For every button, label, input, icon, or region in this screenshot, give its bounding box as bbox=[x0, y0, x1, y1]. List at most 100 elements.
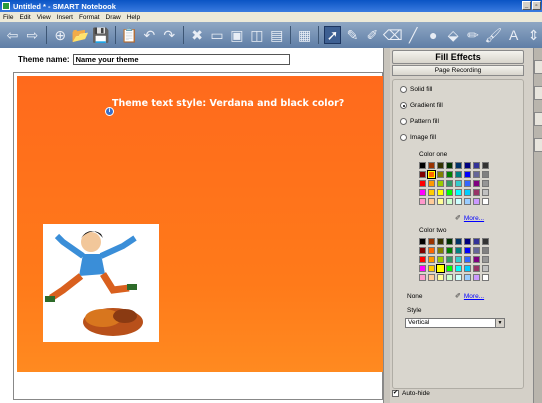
color-one-swatch[interactable] bbox=[482, 162, 489, 169]
chevron-down-icon[interactable]: ▼ bbox=[495, 319, 504, 327]
color-two-swatch[interactable] bbox=[464, 265, 471, 272]
shapes-icon[interactable]: ● bbox=[425, 26, 442, 44]
color-two-swatch[interactable] bbox=[473, 238, 480, 245]
gallery-tab[interactable] bbox=[534, 86, 542, 100]
pattern-fill-radio[interactable] bbox=[400, 118, 407, 125]
color-two-more-link[interactable]: More... bbox=[464, 293, 484, 300]
auto-hide-checkbox[interactable]: ✔ bbox=[392, 390, 399, 397]
display-icon[interactable]: ▣ bbox=[228, 26, 245, 44]
color-one-swatch[interactable] bbox=[428, 162, 435, 169]
solid-fill-radio[interactable] bbox=[400, 86, 407, 93]
color-one-swatch[interactable] bbox=[428, 198, 435, 205]
color-two-swatch[interactable] bbox=[455, 265, 462, 272]
color-two-swatch[interactable] bbox=[473, 256, 480, 263]
color-one-swatch[interactable] bbox=[464, 198, 471, 205]
theme-canvas[interactable]: i Theme text style: Verdana and black co… bbox=[17, 76, 383, 372]
color-two-swatch[interactable] bbox=[446, 247, 453, 254]
menu-file[interactable]: File bbox=[3, 14, 13, 21]
color-two-swatch[interactable] bbox=[455, 247, 462, 254]
color-two-swatch[interactable] bbox=[473, 274, 480, 281]
menu-insert[interactable]: Insert bbox=[57, 14, 73, 21]
color-one-swatch[interactable] bbox=[464, 171, 471, 178]
eyedropper-icon[interactable]: ✐ bbox=[455, 292, 461, 300]
color-one-swatch[interactable] bbox=[437, 180, 444, 187]
color-one-swatch[interactable] bbox=[419, 198, 426, 205]
color-one-swatch[interactable] bbox=[473, 198, 480, 205]
color-one-swatch[interactable] bbox=[482, 198, 489, 205]
color-one-swatch[interactable] bbox=[473, 180, 480, 187]
eraser-icon[interactable]: ⌫ bbox=[383, 26, 403, 44]
color-two-swatch[interactable] bbox=[419, 265, 426, 272]
color-two-swatch[interactable] bbox=[428, 256, 435, 263]
paste-icon[interactable]: 📋 bbox=[120, 26, 137, 44]
color-two-swatch[interactable] bbox=[482, 256, 489, 263]
pen-icon[interactable]: ✎ bbox=[344, 26, 361, 44]
capture-icon[interactable]: ◫ bbox=[248, 26, 265, 44]
save-icon[interactable]: 💾 bbox=[92, 26, 109, 44]
color-two-swatch[interactable] bbox=[482, 274, 489, 281]
color-two-swatch[interactable] bbox=[446, 265, 453, 272]
page-recording-tab[interactable]: Page Recording bbox=[392, 65, 524, 76]
color-two-swatch[interactable] bbox=[428, 247, 435, 254]
screen-shade-icon[interactable]: ▭ bbox=[209, 26, 226, 44]
menu-edit[interactable]: Edit bbox=[19, 14, 30, 21]
style-select[interactable]: Vertical ▼ bbox=[405, 318, 505, 328]
color-two-swatch[interactable] bbox=[446, 256, 453, 263]
color-two-swatch[interactable] bbox=[437, 247, 444, 254]
color-two-swatch[interactable] bbox=[455, 274, 462, 281]
color-one-swatch[interactable] bbox=[428, 180, 435, 187]
color-one-swatch[interactable] bbox=[455, 171, 462, 178]
gradient-fill-option[interactable]: Gradient fill bbox=[400, 102, 443, 109]
color-two-swatch[interactable] bbox=[473, 247, 480, 254]
color-two-swatch[interactable] bbox=[436, 264, 445, 273]
forward-arrow-icon[interactable]: ⇨ bbox=[24, 26, 41, 44]
color-two-swatch[interactable] bbox=[455, 238, 462, 245]
color-one-swatch[interactable] bbox=[464, 162, 471, 169]
color-two-swatch[interactable] bbox=[455, 256, 462, 263]
color-two-swatch[interactable] bbox=[437, 256, 444, 263]
undo-icon[interactable]: ↶ bbox=[141, 26, 158, 44]
panel-resize-handle[interactable] bbox=[384, 48, 390, 403]
color-two-swatch[interactable] bbox=[464, 274, 471, 281]
color-one-swatch[interactable] bbox=[446, 198, 453, 205]
creative-pen-icon[interactable]: ✐ bbox=[364, 26, 381, 44]
color-two-swatch[interactable] bbox=[428, 274, 435, 281]
color-two-swatch[interactable] bbox=[428, 265, 435, 272]
color-one-swatch[interactable] bbox=[446, 162, 453, 169]
color-two-swatch[interactable] bbox=[446, 274, 453, 281]
color-one-swatch[interactable] bbox=[482, 189, 489, 196]
color-one-swatch[interactable] bbox=[446, 171, 453, 178]
minimize-button[interactable]: _ bbox=[522, 1, 531, 10]
add-page-icon[interactable]: ⊕ bbox=[52, 26, 69, 44]
delete-icon[interactable]: ✖ bbox=[189, 26, 206, 44]
solid-fill-option[interactable]: Solid fill bbox=[400, 86, 432, 93]
jumping-boy-clipart[interactable] bbox=[43, 224, 159, 342]
color-one-swatch[interactable] bbox=[419, 180, 426, 187]
color-two-swatch[interactable] bbox=[428, 238, 435, 245]
color-one-swatch[interactable] bbox=[482, 171, 489, 178]
image-fill-radio[interactable] bbox=[400, 134, 407, 141]
color-two-swatch[interactable] bbox=[464, 247, 471, 254]
color-one-swatch[interactable] bbox=[464, 180, 471, 187]
theme-text-style[interactable]: Theme text style: Verdana and black colo… bbox=[112, 98, 344, 109]
color-two-swatch[interactable] bbox=[419, 256, 426, 263]
color-one-swatch[interactable] bbox=[455, 162, 462, 169]
table-icon[interactable]: ▦ bbox=[296, 26, 313, 44]
eyedropper-icon[interactable]: ✐ bbox=[455, 214, 461, 222]
menu-help[interactable]: Help bbox=[127, 14, 140, 21]
color-two-swatch[interactable] bbox=[419, 247, 426, 254]
color-two-swatch[interactable] bbox=[482, 265, 489, 272]
menu-view[interactable]: View bbox=[37, 14, 51, 21]
color-two-swatch[interactable] bbox=[437, 238, 444, 245]
color-one-swatch[interactable] bbox=[437, 171, 444, 178]
color-one-swatch[interactable] bbox=[473, 189, 480, 196]
color-two-swatch[interactable] bbox=[419, 274, 426, 281]
none-label[interactable]: None bbox=[407, 293, 423, 300]
color-one-swatch[interactable] bbox=[419, 171, 426, 178]
page-sorter-tab[interactable] bbox=[534, 60, 542, 74]
color-two-swatch[interactable] bbox=[419, 238, 426, 245]
color-one-swatch[interactable] bbox=[446, 180, 453, 187]
menu-draw[interactable]: Draw bbox=[106, 14, 121, 21]
open-folder-icon[interactable]: 📂 bbox=[72, 26, 89, 44]
color-two-swatch[interactable] bbox=[464, 256, 471, 263]
